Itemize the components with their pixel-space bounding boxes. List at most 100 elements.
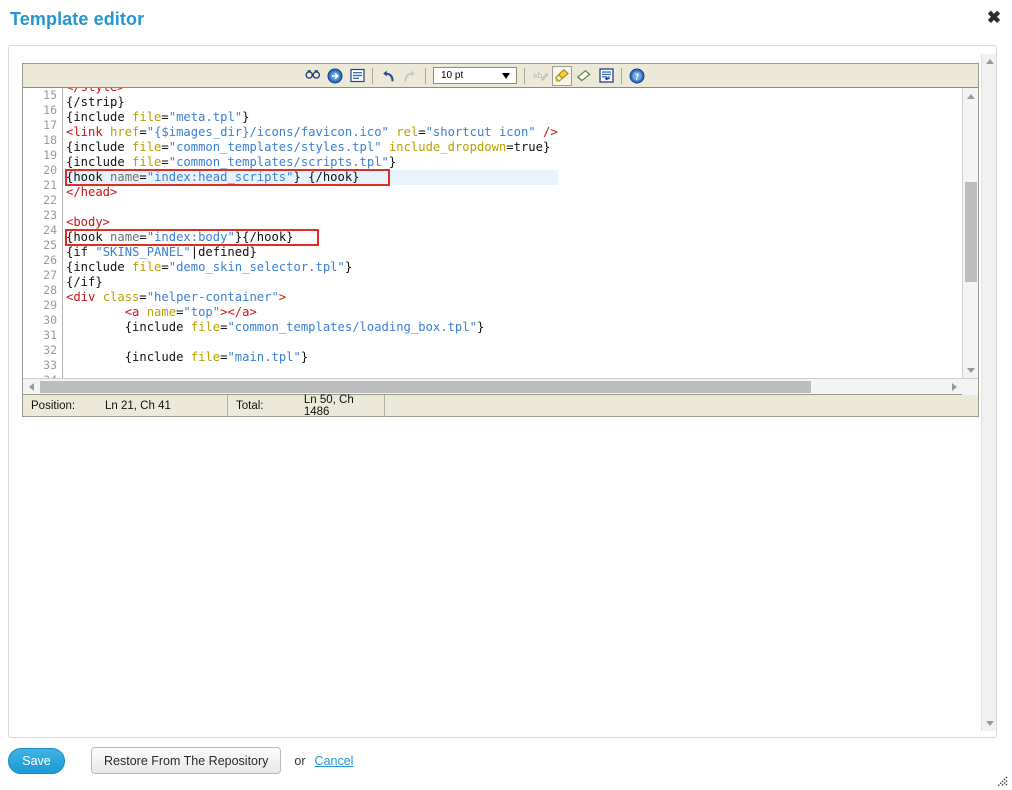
- eraser-icon[interactable]: [574, 66, 594, 86]
- code-line[interactable]: </head>: [63, 185, 558, 200]
- code-area[interactable]: 1516171819202122232425262728293031323334…: [23, 88, 978, 378]
- code-token: name: [110, 170, 140, 184]
- spellcheck-icon[interactable]: ab: [530, 66, 550, 86]
- code-token: =: [161, 155, 169, 169]
- scroll-down-icon[interactable]: [963, 362, 978, 378]
- line-number: 30: [43, 313, 57, 327]
- scroll-right-icon[interactable]: [946, 379, 962, 395]
- code-line[interactable]: <div class="helper-container">: [63, 290, 558, 305]
- chevron-down-icon: [502, 73, 510, 79]
- close-icon[interactable]: ✖: [983, 8, 1005, 30]
- redo-icon[interactable]: [400, 66, 420, 86]
- code-line[interactable]: [63, 365, 558, 378]
- code-token: file: [132, 110, 162, 124]
- cancel-link[interactable]: Cancel: [315, 754, 354, 768]
- go-to-line-icon[interactable]: [325, 66, 345, 86]
- editor-status-bar: Position: Ln 21, Ch 41 Total: Ln 50, Ch …: [23, 393, 978, 418]
- font-size-select[interactable]: 10 pt: [433, 67, 517, 84]
- code-token: {hook: [66, 230, 111, 244]
- code-line[interactable]: {if "SKINS_PANEL"|defined}: [63, 245, 558, 260]
- code-token: {/if}: [66, 275, 103, 289]
- code-line[interactable]: {hook name="index:body"}{/hook}: [63, 230, 558, 245]
- page-scrollbar[interactable]: [981, 54, 996, 731]
- editor-panel: 10 pt ab ? 15 16 17 18 19 20 21 22 23 24…: [8, 45, 997, 738]
- code-token: <div: [66, 290, 103, 304]
- code-line[interactable]: <body>: [63, 215, 558, 230]
- help-icon[interactable]: ?: [627, 66, 647, 86]
- status-total-value: Ln 50, Ch 1486: [303, 393, 354, 418]
- code-token: =: [161, 260, 169, 274]
- line-number: 18: [43, 133, 57, 147]
- code-token: {include: [66, 155, 133, 169]
- status-total-cell: Total: Ln 50, Ch 1486: [228, 393, 385, 418]
- code-token: />: [535, 125, 558, 139]
- code-line[interactable]: <link href="{$images_dir}/icons/favicon.…: [63, 125, 558, 140]
- code-line[interactable]: [63, 335, 558, 350]
- code-token: "index:body": [146, 230, 235, 244]
- restore-from-repository-button[interactable]: Restore From The Repository: [91, 747, 282, 774]
- code-token: href: [110, 125, 140, 139]
- editor-toolbar: 10 pt ab ?: [23, 64, 978, 88]
- code-line[interactable]: {include file="meta.tpl"}: [63, 110, 558, 125]
- word-wrap-icon[interactable]: [596, 66, 616, 86]
- code-token: {include: [124, 320, 191, 334]
- code-token: |defined: [190, 245, 250, 259]
- undo-icon[interactable]: [378, 66, 398, 86]
- vertical-scroll-thumb[interactable]: [965, 182, 977, 282]
- code-token: =true: [506, 140, 543, 154]
- page-title: Template editor: [10, 9, 145, 29]
- or-label: or: [294, 753, 306, 768]
- code-line[interactable]: {include file="demo_skin_selector.tpl"}: [63, 260, 558, 275]
- page-scroll-down-icon[interactable]: [982, 716, 997, 731]
- code-line[interactable]: {/strip}: [63, 95, 558, 110]
- select-block-icon[interactable]: [347, 66, 367, 86]
- code-token: {if: [66, 245, 96, 259]
- line-number: 22: [43, 193, 57, 207]
- code-token: } {/hook}: [293, 170, 360, 184]
- code-token: >: [278, 290, 287, 304]
- code-line[interactable]: {include file="main.tpl"}: [63, 350, 558, 365]
- save-button[interactable]: Save: [8, 747, 65, 774]
- code-line[interactable]: {/if}: [63, 275, 558, 290]
- code-token: "common_templates/scripts.tpl": [168, 155, 389, 169]
- code-line[interactable]: </style>: [63, 88, 558, 95]
- code-line[interactable]: {include file="common_templates/styles.t…: [63, 140, 558, 155]
- line-number: 17: [43, 118, 57, 132]
- line-number: 28: [43, 283, 57, 297]
- code-token: =: [161, 140, 169, 154]
- svg-text:?: ?: [635, 72, 640, 81]
- code-token: =: [418, 125, 426, 139]
- scroll-left-icon[interactable]: [23, 379, 39, 395]
- status-total-label: Total:: [236, 399, 264, 412]
- code-lines-viewport[interactable]: </style>{/strip}{include file="meta.tpl"…: [63, 88, 978, 378]
- code-token: ></a>: [220, 305, 257, 319]
- code-line[interactable]: {hook name="index:head_scripts"} {/hook}: [63, 170, 558, 185]
- scroll-up-icon[interactable]: [963, 88, 978, 104]
- code-line[interactable]: {include file="common_templates/loading_…: [63, 320, 558, 335]
- line-number: 20: [43, 163, 57, 177]
- code-token: </head>: [66, 185, 118, 199]
- find-icon[interactable]: [303, 66, 323, 86]
- line-number: 27: [43, 268, 57, 282]
- highlighter-icon[interactable]: [552, 65, 572, 86]
- status-position-label: Position:: [31, 399, 76, 412]
- code-token: }{/hook}: [234, 230, 294, 244]
- editor-vertical-scrollbar[interactable]: [962, 88, 978, 378]
- line-number: 29: [43, 298, 57, 312]
- code-token: <link: [66, 125, 111, 139]
- code-token: "common_templates/loading_box.tpl": [227, 320, 477, 334]
- code-token: {hook: [66, 170, 111, 184]
- line-number: 21: [43, 178, 57, 192]
- code-token: include_dropdown: [388, 140, 507, 154]
- page-scroll-up-icon[interactable]: [982, 54, 997, 69]
- code-line[interactable]: <a name="top"></a>: [63, 305, 558, 320]
- code-line[interactable]: [63, 200, 558, 215]
- line-number: 32: [43, 343, 57, 357]
- code-token: file: [132, 155, 162, 169]
- code-line[interactable]: {include file="common_templates/scripts.…: [63, 155, 558, 170]
- horizontal-scroll-thumb[interactable]: [40, 381, 811, 393]
- status-position-value: Ln 21, Ch 41: [105, 399, 171, 412]
- editor-horizontal-scrollbar[interactable]: [23, 378, 978, 395]
- resize-grip-icon[interactable]: [994, 773, 1008, 787]
